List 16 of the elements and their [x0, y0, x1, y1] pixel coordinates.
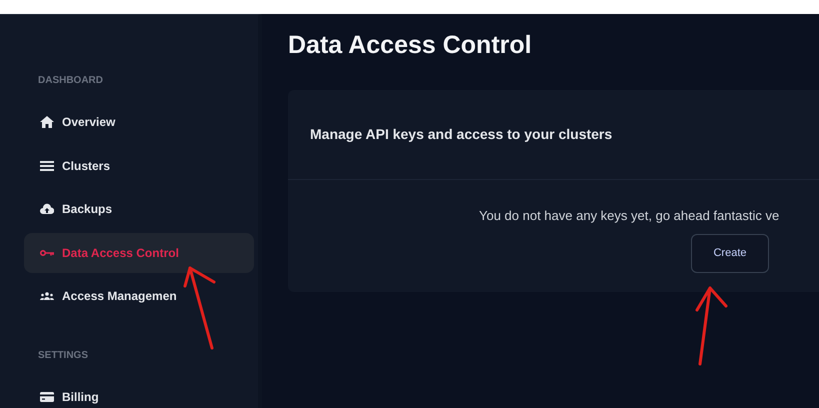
create-button[interactable]: Create — [691, 234, 769, 272]
section-label: DASHBOARD — [37, 74, 104, 88]
users-icon — [40, 290, 54, 302]
sidebar-item[interactable]: Overview — [24, 102, 254, 142]
sidebar-item[interactable]: Access Managemen — [24, 276, 254, 316]
card-heading: Manage API keys and access to your clusters — [288, 90, 819, 180]
home-icon — [40, 116, 54, 128]
empty-message: You do not have any keys yet, go ahead fantastic ve — [479, 207, 780, 225]
cloud-upload-icon — [40, 203, 54, 215]
sidebar-item[interactable]: Backups — [24, 189, 254, 229]
credit-card-icon — [40, 391, 54, 403]
page-title: Data Access Control — [288, 30, 533, 60]
list-icon — [40, 160, 54, 172]
section-label: SETTINGS — [37, 349, 90, 363]
sidebar-item[interactable]: Billing — [24, 377, 254, 408]
sidebar-item[interactable]: Clusters — [24, 146, 254, 186]
